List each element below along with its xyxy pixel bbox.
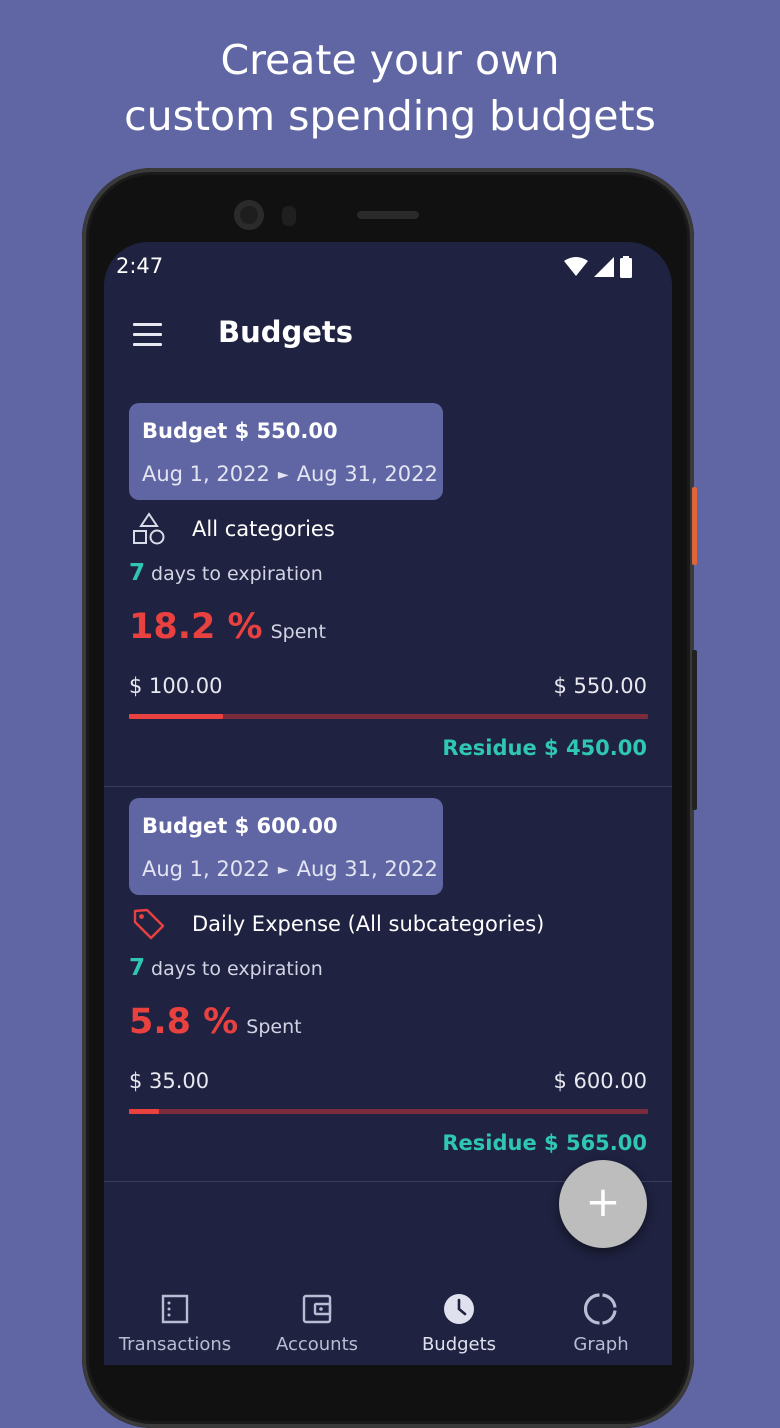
budget-title: Budget $ 550.00 (142, 419, 338, 443)
status-icons (564, 256, 632, 278)
budget-start-date: Aug 1, 2022 (142, 462, 270, 486)
shapes-icon (133, 512, 165, 545)
bottom-navigation: Transactions Accounts Budgets Graph (104, 1282, 672, 1365)
budget-category-row: Daily Expense (All subcategories) (132, 907, 652, 943)
battery-icon (620, 256, 632, 278)
nav-label: Accounts (275, 1334, 359, 1355)
spent-percentage-row: 18.2 % Spent (129, 607, 326, 647)
arrow-right-icon: ► (277, 862, 289, 878)
budget-category-label: Daily Expense (All subcategories) (192, 912, 545, 936)
nav-label: Transactions (118, 1334, 232, 1355)
budget-end-date: Aug 31, 2022 (296, 857, 438, 881)
budget-progress-fill (129, 714, 224, 719)
spent-percent: 18.2 % (129, 607, 263, 647)
hamburger-menu-icon[interactable] (132, 323, 164, 347)
app-screen: 2:47 Budgets Budget $ 550.00 Aug 1, 2022… (104, 242, 672, 1365)
days-remaining: 7 (129, 560, 146, 586)
proximity-sensor (282, 206, 296, 226)
budget-badge[interactable]: Budget $ 600.00 Aug 1, 2022 ► Aug 31, 2022 (129, 798, 443, 895)
promo-line-2: custom spending budgets (124, 92, 656, 140)
wallet-icon (302, 1294, 332, 1324)
budget-date-range: Aug 1, 2022 ► Aug 31, 2022 (142, 462, 438, 486)
budget-progress-bar (129, 714, 648, 719)
plus-icon: + (585, 1177, 621, 1226)
nav-item-budgets[interactable]: Budgets (388, 1292, 530, 1355)
tag-icon (133, 908, 165, 940)
budget-progress-bar (129, 1109, 648, 1114)
days-label: days to expiration (151, 958, 323, 980)
promo-headline: Create your own custom spending budgets (0, 32, 780, 144)
wifi-icon (564, 257, 588, 276)
spent-amount: $ 100.00 (129, 674, 223, 698)
budget-start-date: Aug 1, 2022 (142, 857, 270, 881)
donut-chart-icon (584, 1293, 617, 1325)
budget-total: $ 550.00 (553, 674, 647, 698)
earpiece-speaker (357, 211, 419, 219)
nav-item-transactions[interactable]: Transactions (104, 1292, 246, 1355)
spent-label: Spent (270, 621, 326, 643)
spent-percent: 5.8 % (129, 1002, 239, 1042)
budget-badge[interactable]: Budget $ 550.00 Aug 1, 2022 ► Aug 31, 2022 (129, 403, 443, 500)
budget-total: $ 600.00 (553, 1069, 647, 1093)
page-title: Budgets (218, 315, 354, 349)
residue-amount: Residue $ 565.00 (442, 1131, 647, 1155)
budget-category-row: All categories (132, 512, 652, 548)
budget-card[interactable]: Budget $ 600.00 Aug 1, 2022 ► Aug 31, 2022… (104, 787, 672, 1182)
add-budget-button[interactable]: + (559, 1160, 647, 1248)
status-bar: 2:47 (104, 242, 672, 292)
document-icon (161, 1294, 189, 1324)
days-label: days to expiration (151, 563, 323, 585)
clock-icon (444, 1294, 474, 1324)
volume-button (692, 650, 697, 810)
cell-signal-icon (594, 257, 614, 277)
arrow-right-icon: ► (277, 467, 289, 483)
spent-percentage-row: 5.8 % Spent (129, 1002, 302, 1042)
app-bar: Budgets (104, 302, 672, 372)
spent-amount: $ 35.00 (129, 1069, 210, 1093)
budget-title: Budget $ 600.00 (142, 814, 338, 838)
status-time: 2:47 (116, 254, 164, 278)
promo-line-1: Create your own (220, 36, 560, 84)
days-to-expiration: 7 days to expiration (129, 560, 323, 586)
nav-label: Graph (573, 1334, 629, 1355)
budget-date-range: Aug 1, 2022 ► Aug 31, 2022 (142, 857, 438, 881)
budget-card[interactable]: Budget $ 550.00 Aug 1, 2022 ► Aug 31, 2022… (104, 392, 672, 787)
residue-amount: Residue $ 450.00 (442, 736, 647, 760)
days-to-expiration: 7 days to expiration (129, 955, 323, 981)
budget-category-label: All categories (192, 517, 335, 541)
nav-label: Budgets (421, 1334, 497, 1355)
front-camera (234, 200, 264, 230)
power-button (692, 487, 697, 565)
nav-item-accounts[interactable]: Accounts (246, 1292, 388, 1355)
budget-progress-fill (129, 1109, 160, 1114)
days-remaining: 7 (129, 955, 146, 981)
spent-label: Spent (246, 1016, 302, 1038)
budget-end-date: Aug 31, 2022 (296, 462, 438, 486)
nav-item-graph[interactable]: Graph (530, 1292, 672, 1355)
